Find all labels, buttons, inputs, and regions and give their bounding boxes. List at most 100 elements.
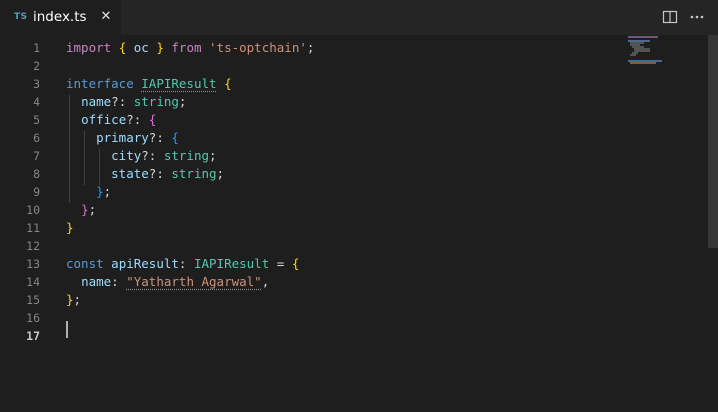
code-line: }	[66, 219, 74, 237]
code-token: :	[111, 274, 127, 289]
code-line: const apiResult: IAPIResult = {	[66, 255, 299, 273]
code-token: ;	[103, 184, 112, 199]
code-line: state?: string;	[66, 165, 224, 183]
code-token: string	[171, 166, 217, 181]
code-token: ;	[306, 40, 315, 55]
code-token: {	[291, 256, 300, 271]
code-token: name	[81, 94, 112, 109]
line-number: 11	[26, 221, 40, 235]
code-editor-window: TS index.ts ✕ 1 2 3 4 5 6 7 8 9 10 11 12 13 14 15 16 17	[0, 0, 718, 412]
code-token: city	[111, 148, 142, 163]
line-number: 2	[33, 59, 40, 73]
code-token: string	[163, 148, 209, 163]
minimap-line	[630, 54, 636, 56]
code-token: }	[156, 40, 164, 55]
code-token: }	[96, 184, 104, 199]
code-token: :	[178, 256, 194, 271]
tab-index-ts[interactable]: TS index.ts ✕	[0, 0, 121, 35]
code-line: };	[66, 183, 111, 201]
vertical-scrollbar[interactable]	[708, 35, 718, 248]
code-token: ?:	[148, 166, 172, 181]
line-number: 12	[26, 239, 40, 253]
tab-title: index.ts	[33, 9, 87, 25]
line-number: 17	[26, 329, 40, 343]
code-token: "Yatharth Agarwal"	[126, 274, 262, 289]
code-line: interface IAPIResult {	[66, 75, 232, 93]
code-token: IAPIResult	[141, 76, 217, 91]
code-token: name	[81, 274, 112, 289]
minimap-line	[630, 62, 656, 64]
code-line: name?: string;	[66, 93, 186, 111]
line-number: 8	[33, 167, 40, 181]
code-line: name: "Yatharth Agarwal",	[66, 273, 269, 291]
code-token: ;	[178, 94, 187, 109]
line-number: 1	[33, 41, 40, 55]
code-token: ?:	[126, 112, 149, 127]
line-number: 13	[26, 257, 40, 271]
code-token: string	[133, 94, 179, 109]
code-token: oc	[126, 40, 157, 55]
close-icon[interactable]: ✕	[98, 8, 114, 26]
code-token: ;	[209, 148, 217, 163]
line-number: 4	[33, 95, 40, 109]
code-token: }	[66, 292, 74, 307]
code-token: }	[66, 220, 74, 235]
code-token: 'ts-optchain'	[209, 40, 307, 55]
code-token: ;	[73, 292, 82, 307]
line-number: 9	[33, 185, 40, 199]
line-number: 3	[33, 77, 40, 91]
minimap[interactable]	[626, 35, 704, 95]
editor-area[interactable]: 1 2 3 4 5 6 7 8 9 10 11 12 13 14 15 16 17 import { oc } …	[0, 35, 718, 412]
code-line: city?: string;	[66, 147, 217, 165]
code-token: state	[111, 166, 149, 181]
code-token: {	[224, 76, 232, 91]
code-token: ?:	[148, 130, 172, 145]
code-token: }	[81, 202, 89, 217]
line-number: 5	[33, 113, 40, 127]
line-number: 10	[26, 203, 40, 217]
code-token: ?:	[111, 94, 134, 109]
text-cursor	[66, 321, 68, 338]
line-number-gutter: 1 2 3 4 5 6 7 8 9 10 11 12 13 14 15 16 17	[0, 35, 58, 412]
more-actions-icon[interactable]	[688, 8, 706, 26]
line-number: 6	[33, 131, 40, 145]
code-token: office	[81, 112, 127, 127]
line-number: 15	[26, 293, 40, 307]
split-editor-icon[interactable]	[661, 8, 679, 26]
code-token: primary	[96, 130, 149, 145]
code-token: import	[66, 40, 112, 55]
code-token: {	[171, 130, 179, 145]
code-token: {	[148, 112, 157, 127]
code-line: };	[66, 201, 96, 219]
line-number: 7	[33, 149, 40, 163]
line-number: 16	[26, 311, 40, 325]
minimap-line	[628, 36, 658, 38]
code-token: const	[66, 256, 104, 271]
code-token: IAPIResult	[193, 256, 270, 271]
code-token: interface	[66, 76, 134, 91]
code-token: ,	[261, 274, 270, 289]
typescript-file-icon: TS	[14, 12, 28, 22]
code-line: };	[66, 291, 81, 309]
code-token: ?:	[141, 148, 164, 163]
code-token: ;	[216, 166, 225, 181]
tab-bar: TS index.ts ✕	[0, 0, 718, 35]
code-token: ;	[88, 202, 97, 217]
code-line: office?: {	[66, 111, 156, 129]
code-token: apiResult	[111, 256, 179, 271]
code-line: primary?: {	[66, 129, 179, 147]
line-number: 14	[26, 275, 40, 289]
code-line: import { oc } from 'ts-optchain';	[66, 39, 314, 57]
code-token: from	[171, 40, 202, 55]
